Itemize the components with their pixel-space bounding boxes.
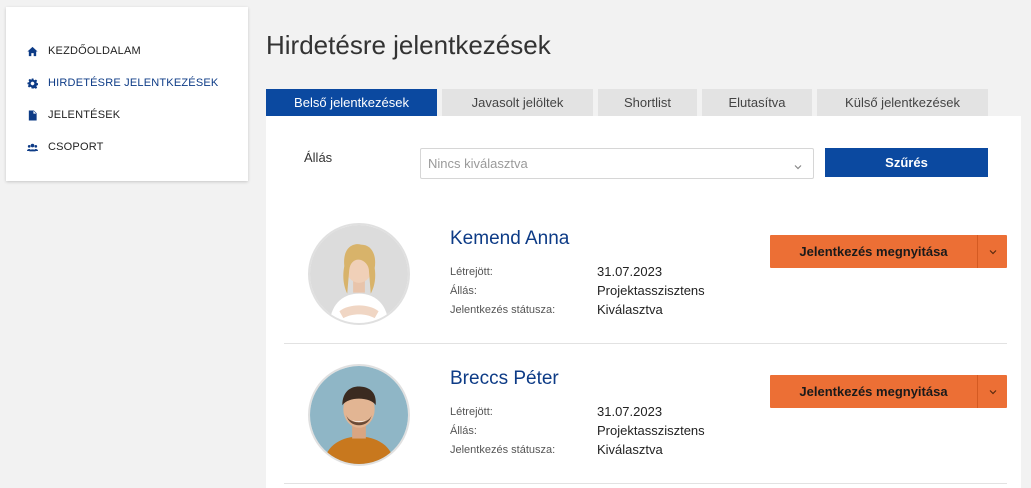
document-icon — [26, 109, 38, 121]
sidebar-item-label: HIRDETÉSRE JELENTKEZÉSEK — [48, 77, 219, 89]
filter-button[interactable]: Szűrés — [825, 148, 988, 177]
open-application-dropdown[interactable] — [977, 235, 1007, 268]
applications-panel: Állás Nincs kiválasztva Szűrés Kemend An… — [266, 116, 1021, 488]
candidate-meta: Létrejött: 31.07.2023 Állás: Projektasszis… — [450, 262, 750, 319]
candidate-meta: Létrejött: 31.07.2023 Állás: Projektasszis… — [450, 402, 750, 459]
sidebar-item-group[interactable]: CSOPORT — [6, 131, 248, 163]
candidate-card: Breccs Péter Létrejött: 31.07.2023 Állás:… — [284, 344, 1007, 484]
sidebar-item-label: KEZDŐOLDALAM — [48, 45, 141, 57]
status-value: Kiválasztva — [597, 442, 663, 457]
chevron-down-icon — [793, 159, 803, 170]
tab-external-applications[interactable]: Külső jelentkezések — [817, 89, 988, 116]
sidebar-item-home[interactable]: KEZDŐOLDALAM — [6, 35, 248, 67]
tab-bar: Belső jelentkezések Javasolt jelöltek Sh… — [266, 89, 993, 116]
job-label: Állás: — [450, 284, 477, 297]
job-select[interactable]: Nincs kiválasztva — [420, 148, 814, 179]
candidate-photo — [308, 223, 410, 325]
sidebar: KEZDŐOLDALAM HIRDETÉSRE JELENTKEZÉSEK JE… — [6, 7, 248, 181]
candidate-name[interactable]: Breccs Péter — [450, 368, 559, 390]
created-label: Létrejött: — [450, 265, 493, 278]
sidebar-item-label: JELENTÉSEK — [48, 109, 121, 121]
status-value: Kiválasztva — [597, 302, 663, 317]
gear-icon — [26, 77, 38, 89]
job-value: Projektasszisztens — [597, 423, 705, 438]
job-value: Projektasszisztens — [597, 283, 705, 298]
tab-shortlist[interactable]: Shortlist — [598, 89, 697, 116]
home-icon — [26, 45, 38, 57]
candidate-photo — [308, 364, 410, 466]
tab-suggested-candidates[interactable]: Javasolt jelöltek — [442, 89, 593, 116]
status-label: Jelentkezés státusza: — [450, 303, 556, 316]
job-select-placeholder: Nincs kiválasztva — [428, 156, 528, 171]
open-application-dropdown[interactable] — [977, 375, 1007, 408]
page-title: Hirdetésre jelentkezések — [266, 30, 551, 60]
candidate-card: Kemend Anna Létrejött: 31.07.2023 Állás: P… — [284, 204, 1007, 344]
open-application-button[interactable]: Jelentkezés megnyitása — [770, 235, 1007, 268]
status-label: Jelentkezés státusza: — [450, 443, 556, 456]
created-label: Létrejött: — [450, 405, 493, 418]
created-value: 31.07.2023 — [597, 264, 663, 279]
job-label: Állás: — [450, 424, 477, 437]
users-icon — [26, 141, 38, 153]
created-value: 31.07.2023 — [597, 404, 663, 419]
sidebar-item-label: CSOPORT — [48, 141, 104, 153]
open-application-label: Jelentkezés megnyitása — [799, 244, 948, 259]
open-application-label: Jelentkezés megnyitása — [799, 384, 948, 399]
chevron-down-icon — [989, 389, 996, 394]
sidebar-item-applications[interactable]: HIRDETÉSRE JELENTKEZÉSEK — [6, 67, 248, 99]
tab-rejected[interactable]: Elutasítva — [702, 89, 812, 116]
sidebar-item-reports[interactable]: JELENTÉSEK — [6, 99, 248, 131]
open-application-button[interactable]: Jelentkezés megnyitása — [770, 375, 1007, 408]
candidate-name[interactable]: Kemend Anna — [450, 228, 569, 250]
chevron-down-icon — [989, 249, 996, 254]
tab-internal-applications[interactable]: Belső jelentkezések — [266, 89, 437, 116]
job-filter-label: Állás — [304, 150, 333, 165]
